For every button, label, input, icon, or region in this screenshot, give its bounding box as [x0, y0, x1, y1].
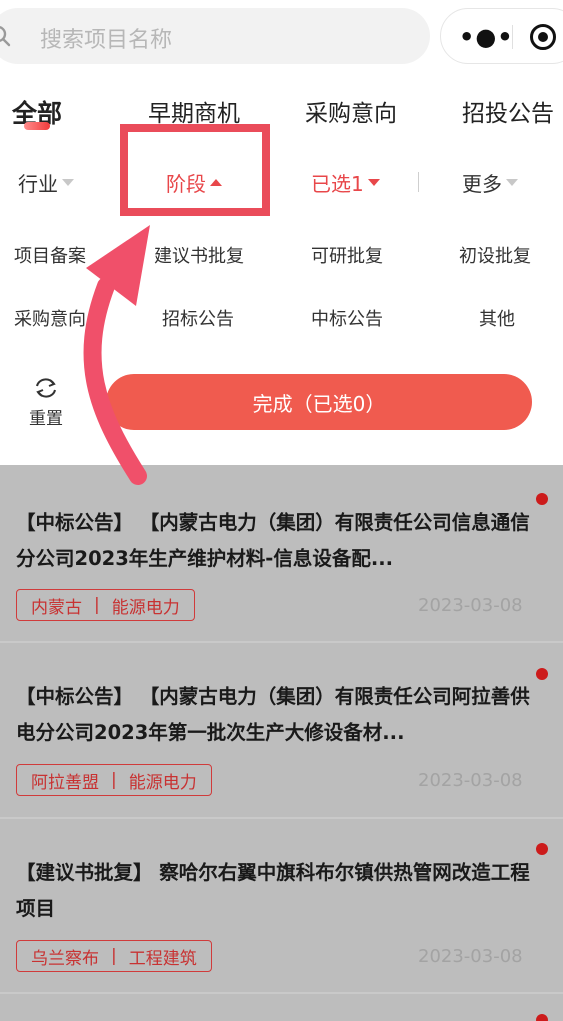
- result-date: 2023-03-08: [418, 946, 523, 967]
- filter-industry-label: 行业: [18, 172, 58, 196]
- capsule-divider: [512, 25, 513, 49]
- card-divider: [0, 992, 563, 994]
- result-title[interactable]: 【建议书批复】 察哈尔右翼中旗科布尔镇供热管网改造工程项目: [16, 855, 536, 927]
- tag-separator: |: [94, 595, 100, 615]
- done-button[interactable]: 完成（已选0）: [106, 374, 532, 430]
- chevron-down-icon: [367, 179, 380, 186]
- tag-separator: |: [111, 946, 117, 966]
- result-date: 2023-03-08: [418, 770, 523, 791]
- search-input[interactable]: 搜索项目名称: [0, 8, 430, 64]
- annotation-highlight-box: [120, 124, 270, 216]
- result-tag: 阿拉善盟 | 能源电力: [16, 764, 212, 796]
- filter-selected-label: 已选1: [311, 172, 364, 196]
- result-tag: 乌兰察布 | 工程建筑: [16, 940, 212, 972]
- target-icon[interactable]: [529, 23, 557, 51]
- result-title[interactable]: 【中标公告】 【内蒙古电力（集团）有限责任公司信息通信分公司2023年生产维护材…: [16, 505, 536, 577]
- reset-label: 重置: [29, 409, 63, 429]
- top-bar: 搜索项目名称 •●•: [0, 0, 563, 78]
- modal-overlay[interactable]: 【中标公告】 【内蒙古电力（集团）有限责任公司信息通信分公司2023年生产维护材…: [0, 465, 563, 1021]
- unread-dot: [536, 1014, 548, 1021]
- card-divider: [0, 641, 563, 643]
- search-icon: [0, 26, 11, 47]
- stage-option-tender-notice[interactable]: 招标公告: [162, 305, 234, 331]
- result-tag: 内蒙古 | 能源电力: [16, 589, 195, 621]
- unread-dot: [536, 843, 548, 855]
- filter-divider: [418, 172, 419, 192]
- stage-option-feasibility-approval[interactable]: 可研批复: [311, 242, 383, 268]
- card-divider: [0, 817, 563, 819]
- stage-option-proposal-approval[interactable]: 建议书批复: [154, 242, 244, 268]
- tag-region: 乌兰察布: [31, 948, 99, 969]
- reset-button[interactable]: 重置: [24, 376, 68, 429]
- chevron-down-icon: [506, 179, 518, 186]
- tab-procurement-intent[interactable]: 采购意向: [305, 94, 397, 128]
- stage-option-procurement-intent[interactable]: 采购意向: [14, 305, 86, 331]
- refresh-icon: [36, 378, 56, 398]
- chevron-down-icon: [62, 179, 74, 186]
- tag-separator: |: [111, 770, 117, 790]
- tag-industry: 工程建筑: [128, 948, 197, 969]
- result-date: 2023-03-08: [418, 595, 523, 616]
- result-title[interactable]: 【中标公告】 【内蒙古电力（集团）有限责任公司阿拉善供电分公司2023年第一批次…: [16, 679, 536, 751]
- unread-dot: [536, 668, 548, 680]
- more-dots-icon[interactable]: •●•: [459, 23, 514, 51]
- tab-bidding-notice[interactable]: 招投公告: [462, 94, 554, 128]
- tag-region: 内蒙古: [31, 597, 82, 618]
- stage-option-award-notice[interactable]: 中标公告: [311, 305, 383, 331]
- stage-option-preliminary-design[interactable]: 初设批复: [459, 242, 531, 268]
- mini-program-capsule: •●•: [440, 8, 563, 64]
- tag-industry: 能源电力: [128, 772, 197, 793]
- tag-region: 阿拉善盟: [31, 772, 99, 793]
- filter-selected[interactable]: 已选1: [311, 168, 380, 197]
- category-tabs: 全部 早期商机 采购意向 招投公告: [0, 84, 563, 134]
- filter-more[interactable]: 更多: [462, 168, 518, 197]
- tag-industry: 能源电力: [111, 597, 180, 618]
- stage-option-other[interactable]: 其他: [479, 305, 515, 331]
- stage-option-project-filing[interactable]: 项目备案: [14, 242, 86, 268]
- tab-early-opportunity[interactable]: 早期商机: [148, 94, 240, 128]
- search-placeholder: 搜索项目名称: [40, 28, 173, 53]
- filter-industry[interactable]: 行业: [18, 168, 74, 197]
- filter-more-label: 更多: [462, 172, 502, 196]
- active-tab-indicator: [24, 122, 50, 130]
- unread-dot: [536, 493, 548, 505]
- filter-bar: 行业 阶段 已选1 更多: [0, 150, 563, 210]
